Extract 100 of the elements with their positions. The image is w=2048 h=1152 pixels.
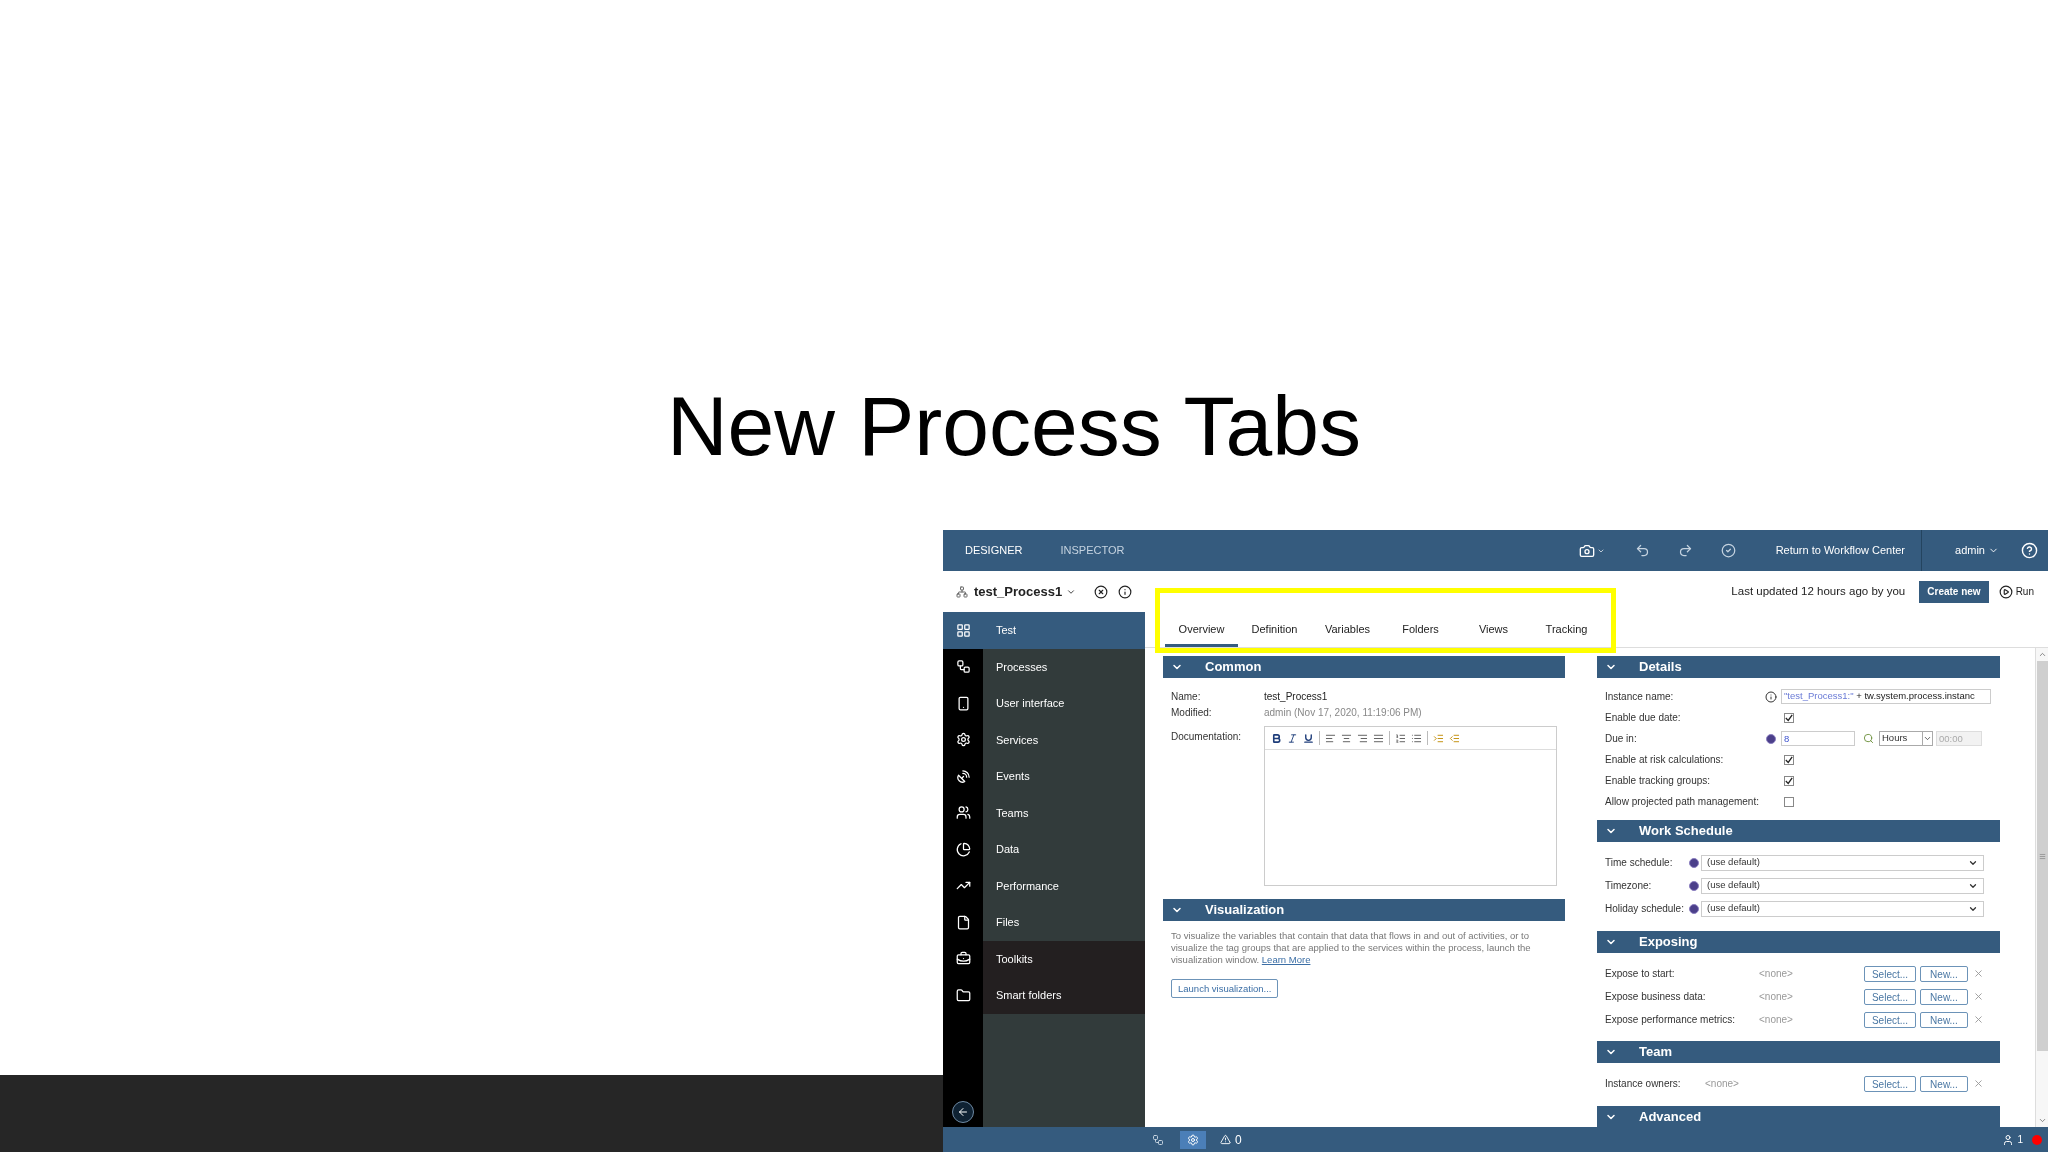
check-icon[interactable] <box>1720 543 1736 558</box>
field-value: <none> <box>1759 967 1794 981</box>
section-header[interactable]: Common <box>1163 656 1565 678</box>
script-icon <box>1689 857 1699 868</box>
camera-icon[interactable] <box>1578 542 1605 559</box>
section-header[interactable]: Team <box>1597 1041 2000 1063</box>
user-menu[interactable]: admin <box>1955 542 1999 559</box>
info-icon[interactable] <box>1118 584 1133 599</box>
select-button[interactable]: Select... <box>1864 965 1916 982</box>
instance-name-input[interactable]: "test_Process1:" + tw.system.process.instanc <box>1781 689 1991 704</box>
launch-button[interactable]: Launch visualization... <box>1171 979 1279 998</box>
phone-icon <box>955 695 971 711</box>
user-icon[interactable] <box>2002 1133 2015 1146</box>
section-header[interactable]: Advanced <box>1597 1106 2000 1127</box>
schedule-select[interactable]: (use default) <box>1701 854 1984 871</box>
new-button[interactable]: New... <box>1920 1011 1968 1028</box>
nodes-icon <box>955 659 971 675</box>
schedule-select[interactable]: (use default) <box>1701 900 1984 917</box>
field-label: Expose performance metrics: <box>1605 1013 1737 1027</box>
remove-icon[interactable] <box>1973 968 1984 979</box>
tab[interactable]: Views <box>1457 615 1530 647</box>
remove-icon[interactable] <box>1973 1014 1984 1025</box>
checkbox[interactable] <box>1784 712 1794 723</box>
bullet-list-icon[interactable] <box>1411 732 1422 744</box>
return-link[interactable]: Return to Workflow Center <box>1775 542 1906 559</box>
play-icon <box>1998 584 2013 599</box>
schedule-select[interactable]: (use default) <box>1701 877 1984 894</box>
tab[interactable]: Tracking <box>1530 615 1603 647</box>
field-label: Enable due date: <box>1605 711 1682 725</box>
remove-icon[interactable] <box>1973 1078 1984 1089</box>
undo-icon[interactable] <box>1634 543 1650 558</box>
due-input[interactable]: 8 <box>1781 731 1855 746</box>
new-button[interactable]: New... <box>1920 1075 1968 1092</box>
tab[interactable]: Overview <box>1165 615 1238 647</box>
script-icon <box>1766 733 1776 744</box>
section-header[interactable]: Visualization <box>1163 899 1565 921</box>
run-button[interactable]: Run <box>1998 584 2034 599</box>
scrollbar[interactable] <box>2035 648 2048 1127</box>
warning-icon[interactable] <box>1220 1134 1231 1145</box>
section-title: Details <box>1639 658 1682 677</box>
section-title: Common <box>1205 658 1262 677</box>
align-center-icon[interactable] <box>1341 732 1352 744</box>
italic-icon[interactable] <box>1287 732 1298 744</box>
field-label: Expose business data: <box>1605 990 1707 1004</box>
underline-icon[interactable] <box>1303 732 1314 744</box>
align-left-icon[interactable] <box>1325 732 1336 744</box>
indent-icon[interactable] <box>1433 732 1444 744</box>
collapse-button[interactable] <box>952 1101 974 1123</box>
field-value: test_Process1 <box>1264 689 1328 704</box>
create-button[interactable]: Create new <box>1919 580 1989 603</box>
field-label: Timezone: <box>1605 879 1653 893</box>
field-label: Expose to start: <box>1605 967 1676 981</box>
section-title: Visualization <box>1205 901 1285 920</box>
tab[interactable]: Variables <box>1311 615 1384 647</box>
checkbox[interactable] <box>1784 754 1794 765</box>
field-value: <none> <box>1705 1077 1740 1091</box>
diagram-icon[interactable] <box>1152 1133 1164 1146</box>
warning-count: 0 <box>1235 1131 1242 1149</box>
section-header[interactable]: Details <box>1597 656 2000 678</box>
select-button[interactable]: Select... <box>1864 1075 1916 1092</box>
help-icon[interactable] <box>2021 542 2038 559</box>
checkbox[interactable] <box>1784 775 1794 786</box>
new-button[interactable]: New... <box>1920 988 1968 1005</box>
justify-icon[interactable] <box>1373 732 1384 744</box>
outdent-icon[interactable] <box>1449 732 1460 744</box>
settings-button[interactable] <box>1180 1130 1206 1149</box>
bold-icon[interactable] <box>1271 732 1282 744</box>
scroll-down-icon[interactable] <box>2037 1116 2047 1125</box>
close-icon[interactable] <box>1094 584 1109 599</box>
lookup-icon[interactable] <box>1863 733 1874 744</box>
remove-icon[interactable] <box>1973 991 1984 1002</box>
process-icon <box>956 585 968 598</box>
script-icon <box>1689 903 1699 914</box>
align-right-icon[interactable] <box>1357 732 1368 744</box>
unit-select[interactable]: Hours <box>1879 731 1933 746</box>
scrollbar-thumb[interactable] <box>2036 661 2048 1051</box>
select-button[interactable]: Select... <box>1864 1011 1916 1028</box>
select-button[interactable]: Select... <box>1864 988 1916 1005</box>
learn-more-link[interactable]: Learn More <box>1261 954 1311 965</box>
satellite-dish-icon <box>955 768 971 784</box>
grip-icon <box>2038 852 2046 860</box>
mode-tab[interactable]: DESIGNER <box>953 530 1035 571</box>
field-label: Due in: <box>1605 732 1638 746</box>
people-icon <box>955 805 971 821</box>
numbered-list-icon[interactable] <box>1395 732 1406 744</box>
redo-icon[interactable] <box>1677 543 1693 558</box>
file-icon <box>955 914 971 930</box>
process-name: test_Process1 <box>974 582 1063 601</box>
section-header[interactable]: Exposing <box>1597 931 2000 953</box>
tab[interactable]: Folders <box>1384 615 1457 647</box>
field-label: Holiday schedule: <box>1605 902 1685 916</box>
checkbox[interactable] <box>1784 796 1794 807</box>
scroll-up-icon[interactable] <box>2037 650 2047 659</box>
field-label: Instance owners: <box>1605 1077 1682 1091</box>
field-value: <none> <box>1759 990 1794 1004</box>
field-label: Enable tracking groups: <box>1605 774 1712 788</box>
section-header[interactable]: Work Schedule <box>1597 820 2000 842</box>
mode-tab[interactable]: INSPECTOR <box>1048 530 1137 571</box>
tab[interactable]: Definition <box>1238 615 1311 647</box>
new-button[interactable]: New... <box>1920 965 1968 982</box>
